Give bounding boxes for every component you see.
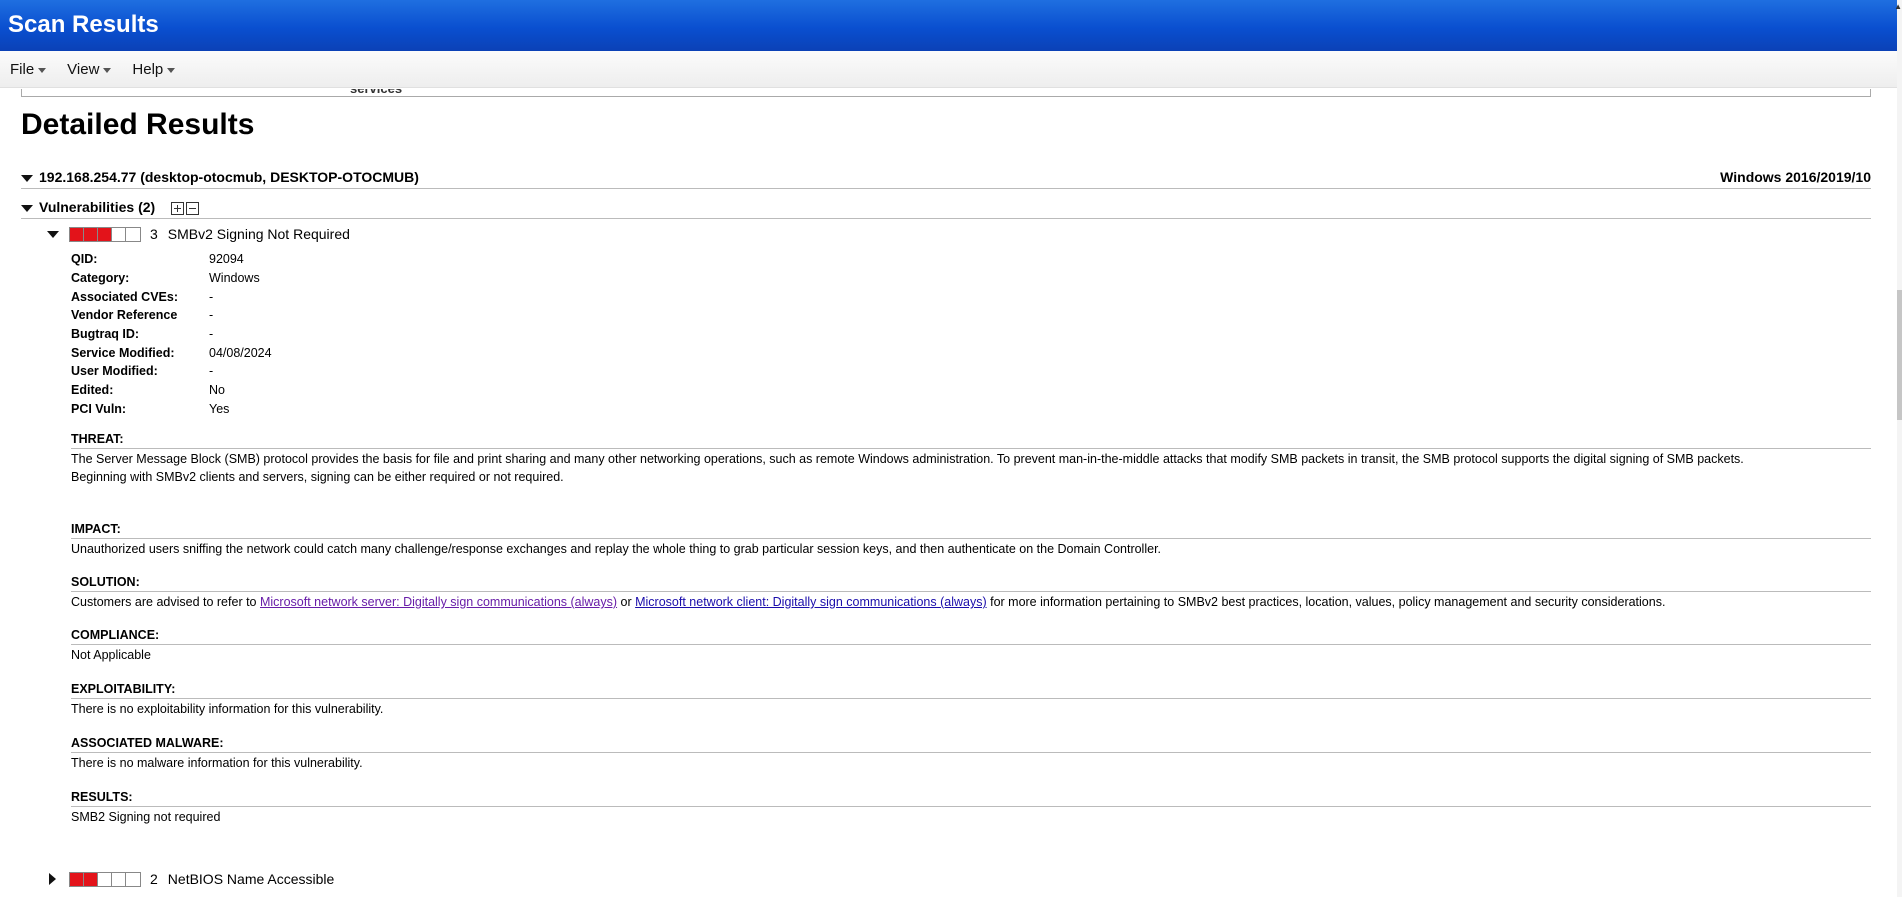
vuln-item-header[interactable]: 3 SMBv2 Signing Not Required <box>47 226 350 242</box>
collapse-triangle-icon[interactable] <box>21 174 33 182</box>
scroll-up-arrow-icon[interactable]: ▲ <box>1894 2 1902 11</box>
field-key: Bugtraq ID: <box>71 327 140 342</box>
field-value: Yes <box>209 401 230 416</box>
severity-bar <box>69 226 141 242</box>
host-label: 192.168.254.77 (desktop-otocmub, DESKTOP… <box>39 169 419 185</box>
field-value: No <box>209 383 225 398</box>
host-header[interactable]: 192.168.254.77 (desktop-otocmub, DESKTOP… <box>21 169 1871 189</box>
host-os: Windows 2016/2019/10 <box>1720 169 1871 185</box>
field-key: Service Modified: <box>71 345 175 360</box>
malware-text: There is no malware information for this… <box>71 756 363 770</box>
field-key: Edited: <box>71 383 114 398</box>
compliance-title: COMPLIANCE: <box>71 628 1871 645</box>
menu-help-label: Help <box>132 60 164 78</box>
compliance-text: Not Applicable <box>71 648 151 662</box>
menu-file[interactable]: File <box>10 60 47 78</box>
field-key: Category: <box>71 271 130 286</box>
vulnerabilities-header[interactable]: Vulnerabilities (2) <box>21 199 1871 219</box>
solution-middle: or <box>617 595 636 609</box>
impact-title: IMPACT: <box>71 522 1871 539</box>
field-value: - <box>209 364 214 379</box>
vuln-title: SMBv2 Signing Not Required <box>167 226 350 242</box>
threat-text-2: Beginning with SMBv2 clients and servers… <box>71 470 564 484</box>
collapse-triangle-icon[interactable] <box>21 204 33 212</box>
vertical-scrollbar[interactable]: ▲ <box>1894 0 1902 897</box>
field-key: User Modified: <box>71 364 158 379</box>
menu-file-label: File <box>10 60 35 78</box>
menu-view[interactable]: View <box>67 60 112 78</box>
threat-section: THREAT: The Server Message Block (SMB) p… <box>71 432 1871 486</box>
collapse-triangle-icon[interactable] <box>47 230 59 238</box>
vulnerabilities-label: Vulnerabilities (2) <box>39 199 156 215</box>
malware-title: ASSOCIATED MALWARE: <box>71 736 1871 753</box>
threat-title: THREAT: <box>71 432 1871 449</box>
report-content: services Detailed Results 192.168.254.77… <box>0 89 1897 897</box>
exploitability-section: EXPLOITABILITY: There is no exploitabili… <box>71 682 1871 718</box>
field-key: QID: <box>71 252 98 267</box>
menu-bar: File View Help <box>0 51 1897 88</box>
vuln-details: QID: 92094 Category: Windows Associated CV… <box>71 250 272 418</box>
chevron-down-icon <box>103 67 112 73</box>
menu-view-label: View <box>67 60 100 78</box>
solution-suffix: for more information pertaining to SMBv2… <box>986 595 1666 609</box>
exploitability-text: There is no exploitability information f… <box>71 702 384 716</box>
results-title: RESULTS: <box>71 790 1871 807</box>
window-title: Scan Results <box>0 0 1897 51</box>
client-signing-link[interactable]: Microsoft network client: Digitally sign… <box>635 595 987 609</box>
field-value: Windows <box>209 271 260 286</box>
expand-all-icon[interactable] <box>171 201 185 215</box>
expand-triangle-icon[interactable] <box>49 873 56 885</box>
vuln-item-header[interactable]: 2 NetBIOS Name Accessible <box>47 871 334 887</box>
previous-table-text: services <box>350 89 402 96</box>
solution-section: SOLUTION: Customers are advised to refer… <box>71 575 1871 611</box>
field-key: Vendor Reference <box>71 308 178 323</box>
field-key: Associated CVEs: <box>71 289 178 304</box>
severity-number: 2 <box>150 871 158 887</box>
exploitability-title: EXPLOITABILITY: <box>71 682 1871 699</box>
previous-table-edge <box>21 89 1871 97</box>
impact-text: Unauthorized users sniffing the network … <box>71 542 1162 556</box>
severity-number: 3 <box>150 226 158 242</box>
field-value: 04/08/2024 <box>209 345 272 360</box>
field-key: PCI Vuln: <box>71 401 127 416</box>
solution-title: SOLUTION: <box>71 575 1871 592</box>
vuln-title: NetBIOS Name Accessible <box>167 871 335 887</box>
solution-text: Customers are advised to refer to Micros… <box>71 592 1871 611</box>
results-section: RESULTS: SMB2 Signing not required <box>71 790 1871 826</box>
impact-section: IMPACT: Unauthorized users sniffing the … <box>71 522 1871 558</box>
collapse-all-icon[interactable] <box>186 201 200 215</box>
malware-section: ASSOCIATED MALWARE: There is no malware … <box>71 736 1871 772</box>
chevron-down-icon <box>38 67 47 73</box>
chevron-down-icon <box>167 67 176 73</box>
section-title: Detailed Results <box>21 108 255 141</box>
solution-prefix: Customers are advised to refer to <box>71 595 260 609</box>
severity-bar <box>69 871 141 887</box>
threat-text-1: The Server Message Block (SMB) protocol … <box>71 452 1744 466</box>
field-value: - <box>209 327 214 342</box>
field-value: - <box>209 308 214 323</box>
results-text: SMB2 Signing not required <box>71 810 221 824</box>
scrollbar-thumb[interactable] <box>1897 290 1902 420</box>
field-value: - <box>209 289 214 304</box>
menu-help[interactable]: Help <box>132 60 176 78</box>
server-signing-link[interactable]: Microsoft network server: Digitally sign… <box>260 595 617 609</box>
field-value: 92094 <box>209 252 244 267</box>
compliance-section: COMPLIANCE: Not Applicable <box>71 628 1871 664</box>
